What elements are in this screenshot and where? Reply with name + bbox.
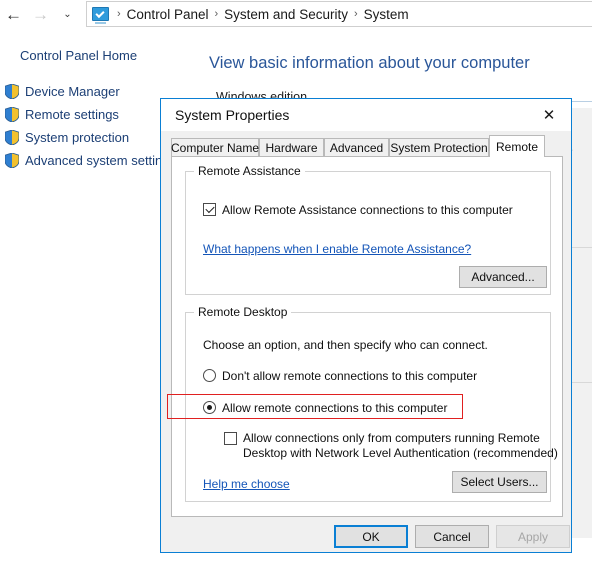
allow-remote-assistance-checkbox[interactable]	[203, 203, 216, 216]
sidebar-item-device-manager[interactable]: Device Manager	[0, 80, 170, 103]
breadcrumb-separator-1: ›	[214, 8, 219, 20]
back-icon[interactable]: ←	[0, 0, 27, 29]
sidebar-task-list: Device Manager Remote settings System pr…	[0, 80, 176, 172]
apply-button: Apply	[496, 525, 570, 548]
sidebar-item-advanced-system-settings[interactable]: Advanced system settings	[0, 149, 176, 172]
allow-remote-assistance-label: Allow Remote Assistance connections to t…	[222, 203, 513, 217]
remote-assistance-help-link[interactable]: What happens when I enable Remote Assist…	[203, 242, 471, 256]
tab-strip: Computer Name Hardware Advanced System P…	[171, 135, 563, 157]
monitor-stand-icon	[92, 22, 109, 25]
network-level-authentication-checkbox[interactable]	[224, 432, 237, 445]
sidebar-item-control-panel-home[interactable]: Control Panel Home	[20, 48, 137, 63]
cancel-button[interactable]: Cancel	[415, 525, 489, 548]
dont-allow-remote-connections-label: Don't allow remote connections to this c…	[222, 369, 478, 383]
tab-system-protection[interactable]: System Protection	[389, 138, 489, 157]
dialog-title: System Properties	[175, 107, 290, 123]
advanced-button[interactable]: Advanced...	[459, 266, 547, 288]
page-title: View basic information about your comput…	[209, 54, 530, 72]
select-users-button[interactable]: Select Users...	[452, 471, 547, 493]
sidebar-item-label: Advanced system settings	[25, 153, 177, 168]
uac-shield-icon	[5, 107, 19, 122]
uac-shield-icon	[5, 84, 19, 99]
dialog-title-bar[interactable]: System Properties	[161, 99, 571, 131]
breadcrumb-item-system[interactable]: System	[364, 7, 409, 22]
dialog-footer: OK Cancel Apply	[161, 520, 571, 552]
breadcrumb-item-system-and-security[interactable]: System and Security	[224, 7, 348, 22]
allow-remote-connections-label: Allow remote connections to this compute…	[222, 401, 448, 415]
system-properties-dialog: System Properties ✕ Computer Name Hardwa…	[160, 98, 572, 553]
close-icon[interactable]: ✕	[527, 99, 571, 131]
sidebar-item-system-protection[interactable]: System protection	[0, 126, 170, 149]
allow-remote-connections-radio[interactable]	[203, 401, 216, 414]
breadcrumb-separator-0: ›	[117, 8, 121, 20]
recent-locations-chevron-icon[interactable]: ⌄	[54, 0, 81, 29]
tab-hardware[interactable]: Hardware	[259, 138, 324, 157]
breadcrumb-separator-2: ›	[353, 8, 358, 20]
breadcrumb-item-control-panel[interactable]: Control Panel	[127, 7, 209, 22]
nla-label-line2: Desktop with Network Level Authenticatio…	[243, 446, 558, 460]
tab-advanced[interactable]: Advanced	[324, 138, 389, 157]
task-pane: Control Panel Home Device Manager Remote…	[0, 34, 176, 571]
dont-allow-remote-connections-radio[interactable]	[203, 369, 216, 382]
sidebar-item-label: Device Manager	[25, 84, 120, 99]
remote-desktop-instruction: Choose an option, and then specify who c…	[203, 338, 488, 352]
ok-button[interactable]: OK	[334, 525, 408, 548]
sidebar-item-label: Remote settings	[25, 107, 119, 122]
remote-desktop-group: Remote Desktop Choose an option, and the…	[185, 305, 558, 502]
group-title-remote-desktop: Remote Desktop	[194, 305, 292, 319]
computer-monitor-icon	[92, 7, 109, 21]
breadcrumb[interactable]: › Control Panel › System and Security › …	[86, 1, 592, 27]
explorer-window: ← → ⌄ ↑ › Control Panel › System and Sec…	[0, 0, 592, 571]
group-title-remote-assistance: Remote Assistance	[194, 164, 305, 178]
sidebar-item-label: System protection	[25, 130, 130, 145]
sidebar-item-remote-settings[interactable]: Remote settings	[0, 103, 170, 126]
address-bar: ← → ⌄ ↑ › Control Panel › System and Sec…	[0, 0, 592, 29]
tab-computer-name[interactable]: Computer Name	[171, 138, 259, 157]
uac-shield-icon	[5, 130, 19, 145]
help-me-choose-link[interactable]: Help me choose	[203, 477, 290, 491]
nla-label-line1: Allow connections only from computers ru…	[243, 431, 540, 445]
remote-assistance-group: Remote Assistance Allow Remote Assistanc…	[185, 164, 551, 295]
uac-shield-icon	[5, 153, 19, 168]
forward-icon[interactable]: →	[27, 0, 54, 29]
tab-remote[interactable]: Remote	[489, 135, 545, 157]
tab-page-remote: Remote Assistance Allow Remote Assistanc…	[171, 156, 563, 517]
